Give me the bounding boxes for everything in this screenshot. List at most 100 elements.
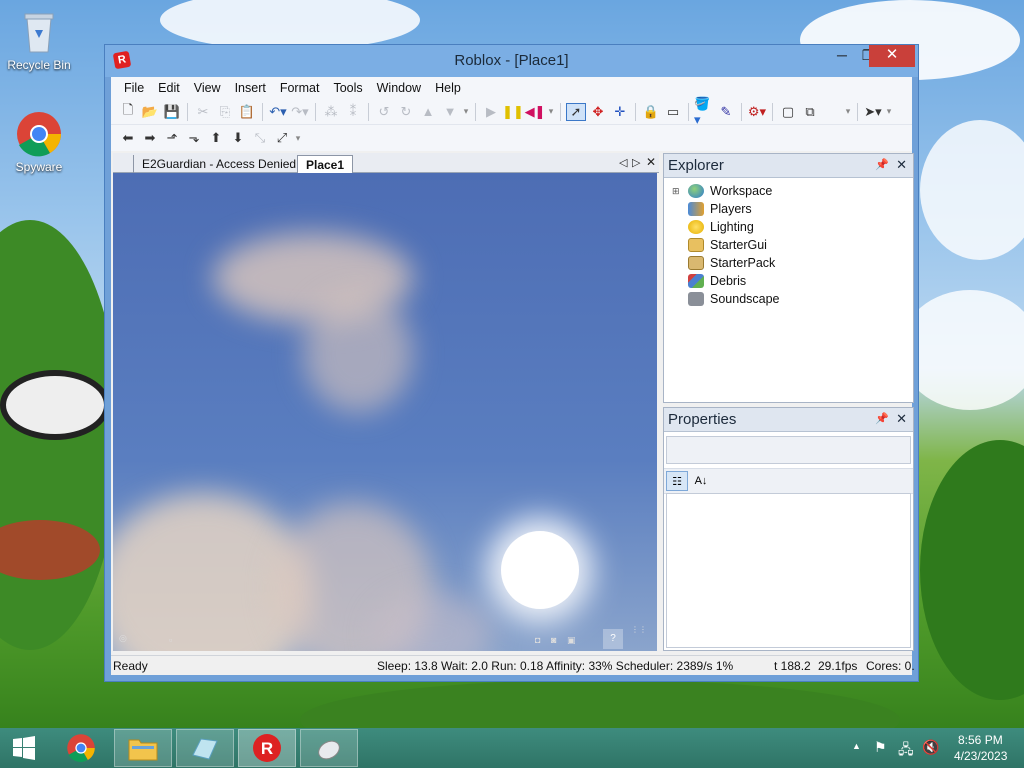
taskbar-roblox-studio[interactable]: R [238, 729, 296, 767]
dropper-icon[interactable]: ✎ [716, 103, 736, 121]
clock-date[interactable]: 4/23/2023 [954, 749, 1007, 763]
menu-help[interactable]: Help [428, 81, 468, 95]
pin-icon[interactable]: 📌 [875, 412, 889, 425]
tab-close-icon[interactable]: ✕ [646, 155, 656, 169]
menu-file[interactable]: File [117, 81, 151, 95]
desktop-icon-recycle-bin[interactable]: Recycle Bin [4, 8, 74, 72]
tab-scroll-right-icon[interactable]: ▷ [632, 156, 640, 169]
taskbar-mouse-app[interactable] [300, 729, 358, 767]
move-down-icon[interactable]: ▼ [440, 103, 460, 121]
taskbar-app[interactable] [176, 729, 234, 767]
new-file-icon[interactable]: 🗋 [118, 102, 138, 121]
close-icon[interactable]: ✕ [896, 157, 907, 173]
rotate-left-icon[interactable]: ↺ [374, 103, 394, 121]
resize-tool-icon[interactable]: ✛ [610, 103, 630, 121]
turn-down-left-icon[interactable]: ⬎ [184, 129, 204, 147]
viewport-view-icon[interactable]: ▫ [169, 635, 172, 645]
expand-icon[interactable]: ⊞ [672, 186, 684, 197]
sort-alphabetical-icon[interactable]: A↓ [690, 471, 712, 491]
tree-item-workspace[interactable]: ⊞ Workspace [672, 182, 913, 200]
tree-item-starterpack[interactable]: StarterPack [672, 254, 913, 272]
arrow-right-icon[interactable]: ➡ [140, 129, 160, 147]
zoom-in-icon[interactable]: ⤡ [250, 129, 270, 147]
toolbar-overflow-icon[interactable]: ▾ [547, 103, 555, 121]
volume-muted-icon[interactable]: 🔇 [922, 739, 939, 756]
tree-item-debris[interactable]: Debris [672, 272, 913, 290]
taskbar-chrome[interactable] [52, 729, 110, 767]
show-hidden-icons-icon[interactable]: ▲ [852, 741, 861, 751]
rotate-right-icon[interactable]: ↻ [396, 103, 416, 121]
move-tool-icon[interactable]: ✥ [588, 103, 608, 121]
frame-icon[interactable]: ▢ [778, 103, 798, 121]
cut-icon[interactable]: ✂ [193, 103, 213, 121]
select-tool-icon[interactable]: ➚ [566, 102, 586, 121]
surface-tool-icon[interactable]: ▭ [663, 103, 683, 121]
close-icon[interactable]: ✕ [896, 411, 907, 427]
toolbar-overflow-icon[interactable]: ▾ [294, 129, 302, 147]
zoom-extents-icon[interactable]: ⧉ [800, 103, 820, 121]
tree-item-soundscape[interactable]: Soundscape [672, 290, 913, 308]
properties-header: Properties 📌 ✕ [664, 408, 913, 432]
properties-filter-field[interactable] [666, 436, 911, 464]
tree-item-label: Lighting [710, 220, 754, 234]
action-center-flag-icon[interactable]: ⚑ [874, 739, 887, 756]
tab-e2guardian[interactable]: E2Guardian - Access Denied [133, 155, 304, 173]
properties-panel: Properties 📌 ✕ ☷ A↓ [663, 407, 914, 651]
undo-icon[interactable]: ↶▾ [268, 103, 288, 121]
help-icon[interactable]: ? [603, 629, 623, 649]
pause-icon[interactable]: ❚❚ [502, 103, 524, 121]
3d-viewport[interactable]: ◎ ▫ ◘ ◙ ▣ ? ⋮⋮ [113, 173, 657, 651]
desktop-icon-spyware[interactable]: Spyware [4, 110, 74, 174]
camera-pan-icon[interactable]: ⋮⋮ [631, 625, 647, 634]
categorized-icon[interactable]: ☷ [666, 471, 688, 491]
screenshot-icon[interactable]: ◙ [551, 635, 556, 645]
ungroup-icon[interactable]: ⁑ [343, 103, 363, 121]
arrow-left-icon[interactable]: ⬅ [118, 129, 138, 147]
arrow-down-icon[interactable]: ⬇ [228, 129, 248, 147]
stop-icon[interactable]: ◀❚ [525, 103, 546, 121]
record-icon[interactable]: ▣ [567, 635, 576, 646]
material-icon[interactable]: ⚙▾ [747, 103, 767, 121]
tree-item-players[interactable]: Players [672, 200, 913, 218]
menu-insert[interactable]: Insert [228, 81, 273, 95]
menu-format[interactable]: Format [273, 81, 327, 95]
roblox-studio-window: R Roblox - [Place1] ─ ❐ ✕ File Edit View… [104, 44, 919, 682]
tree-item-startergui[interactable]: StarterGui [672, 236, 913, 254]
taskbar-file-explorer[interactable] [114, 729, 172, 767]
menu-tools[interactable]: Tools [326, 81, 369, 95]
toolbar-overflow-icon[interactable]: ▾ [885, 103, 893, 121]
menu-view[interactable]: View [187, 81, 228, 95]
group-icon[interactable]: ⁂ [321, 103, 341, 121]
play-icon[interactable]: ▶ [481, 103, 501, 121]
paint-bucket-icon[interactable]: 🪣▾ [694, 96, 714, 127]
paste-icon[interactable]: 📋 [237, 103, 257, 121]
zoom-out-icon[interactable]: ⤢ [272, 129, 292, 147]
arrow-up-icon[interactable]: ⬆ [206, 129, 226, 147]
move-up-icon[interactable]: ▲ [418, 103, 438, 121]
title-bar[interactable]: R Roblox - [Place1] ─ ❐ ✕ [105, 45, 918, 77]
camera-icon[interactable]: ◘ [535, 635, 540, 645]
toolbar-overflow-icon[interactable]: ▾ [462, 103, 470, 121]
tab-scroll-left-icon[interactable]: ◁ [619, 156, 627, 169]
menu-edit[interactable]: Edit [151, 81, 187, 95]
copy-icon[interactable]: ⎘ [215, 103, 235, 121]
clock-time[interactable]: 8:56 PM [958, 733, 1003, 747]
turn-up-left-icon[interactable]: ⬏ [162, 129, 182, 147]
tab-place1[interactable]: Place1 [297, 155, 354, 173]
pin-icon[interactable]: 📌 [875, 158, 889, 171]
lock-icon[interactable]: 🔒 [641, 103, 661, 121]
start-button[interactable] [0, 729, 48, 767]
backpack-icon [688, 256, 704, 270]
toolbar-overflow-icon[interactable]: ▾ [844, 103, 852, 121]
viewport-zoom-icon[interactable]: ◎ [119, 633, 127, 644]
arrow-cursor-icon[interactable]: ➤▾ [863, 103, 883, 121]
network-icon[interactable]: 🖧 [898, 739, 914, 763]
save-icon[interactable]: 💾 [162, 103, 182, 121]
open-folder-icon[interactable]: 📂 [140, 103, 160, 121]
close-button[interactable]: ✕ [869, 45, 915, 67]
properties-grid[interactable] [666, 493, 911, 648]
redo-icon[interactable]: ↷▾ [290, 103, 310, 121]
toolbar-camera: ⬅ ➡ ⬏ ⬎ ⬆ ⬇ ⤡ ⤢ ▾ [111, 125, 912, 151]
tree-item-lighting[interactable]: Lighting [672, 218, 913, 236]
menu-window[interactable]: Window [370, 81, 428, 95]
